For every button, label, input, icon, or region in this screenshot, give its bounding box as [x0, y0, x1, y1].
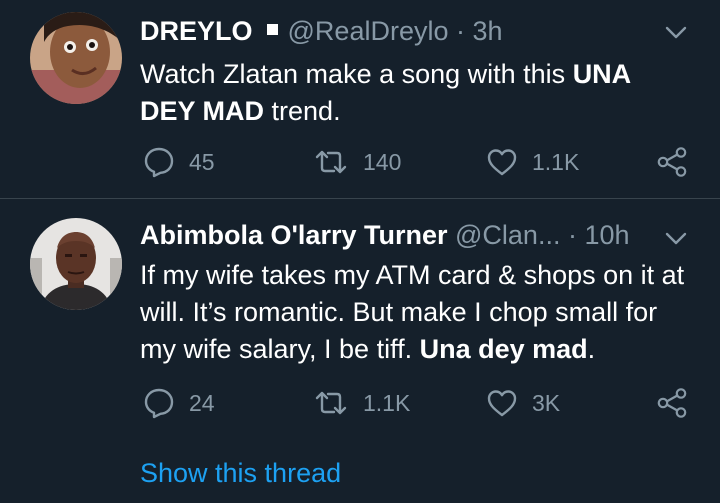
tweet-text: If my wife takes my ATM card & shops on … — [140, 257, 685, 368]
like-button[interactable]: 1.1K — [486, 142, 579, 182]
avatar[interactable] — [30, 218, 122, 310]
retweet-icon — [315, 150, 347, 174]
tweet-1[interactable]: DREYLO @RealDreylo · 3h Watch Zlatan make… — [0, 0, 720, 198]
tweet-text: Watch Zlatan make a song with this UNA D… — [140, 56, 680, 130]
tweet-text-tail: trend. — [264, 96, 341, 126]
reply-icon — [144, 388, 174, 419]
like-count: 3K — [532, 389, 561, 416]
badge-icon — [266, 24, 278, 35]
author-name[interactable]: DREYLO — [140, 16, 253, 46]
tweet-header: DREYLO @RealDreylo · 3h — [140, 14, 503, 48]
tweet-text-bold: Una dey mad — [419, 334, 588, 364]
separator: · — [567, 220, 577, 250]
like-count: 1.1K — [532, 148, 580, 175]
chevron-down-icon[interactable] — [664, 230, 688, 246]
share-icon — [657, 388, 687, 418]
retweet-count: 140 — [363, 148, 402, 175]
reply-count: 45 — [189, 148, 215, 175]
tweet-header: Abimbola O'larry Turner @Clan... · 10h — [140, 218, 630, 252]
tweet-2[interactable]: Abimbola O'larry Turner @Clan... · 10h I… — [0, 199, 720, 503]
heart-icon — [487, 149, 517, 176]
show-thread-link[interactable]: Show this thread — [140, 455, 341, 491]
author-handle[interactable]: @RealDreylo — [288, 16, 449, 46]
reply-count: 24 — [189, 389, 215, 416]
reply-button[interactable]: 45 — [143, 142, 215, 182]
heart-icon — [487, 390, 517, 417]
timestamp[interactable]: 10h — [584, 220, 629, 250]
retweet-icon — [315, 391, 347, 415]
share-button[interactable] — [655, 383, 689, 423]
tweet-text-plain: Watch Zlatan make a song with this — [140, 59, 573, 89]
retweet-count: 1.1K — [363, 389, 411, 416]
tweet-text-plain: If my wife takes my ATM card & shops on … — [140, 260, 685, 364]
separator: · — [456, 16, 465, 46]
like-button[interactable]: 3K — [486, 383, 560, 423]
tweet-actions: 45 140 1.1K — [0, 142, 720, 182]
avatar-image — [30, 218, 122, 310]
tweet-actions: 24 1.1K 3K — [0, 383, 720, 423]
reply-button[interactable]: 24 — [143, 383, 215, 423]
reply-icon — [144, 147, 174, 178]
tweet-text-tail: . — [587, 334, 596, 364]
avatar[interactable] — [30, 12, 122, 104]
author-name[interactable]: Abimbola O'larry Turner — [140, 220, 447, 250]
timestamp[interactable]: 3h — [473, 16, 503, 46]
share-icon — [657, 147, 687, 177]
chevron-down-icon[interactable] — [664, 24, 688, 40]
author-handle[interactable]: @Clan... — [455, 220, 560, 250]
retweet-button[interactable]: 1.1K — [313, 383, 410, 423]
retweet-button[interactable]: 140 — [313, 142, 401, 182]
share-button[interactable] — [655, 142, 689, 182]
avatar-image — [30, 12, 122, 104]
